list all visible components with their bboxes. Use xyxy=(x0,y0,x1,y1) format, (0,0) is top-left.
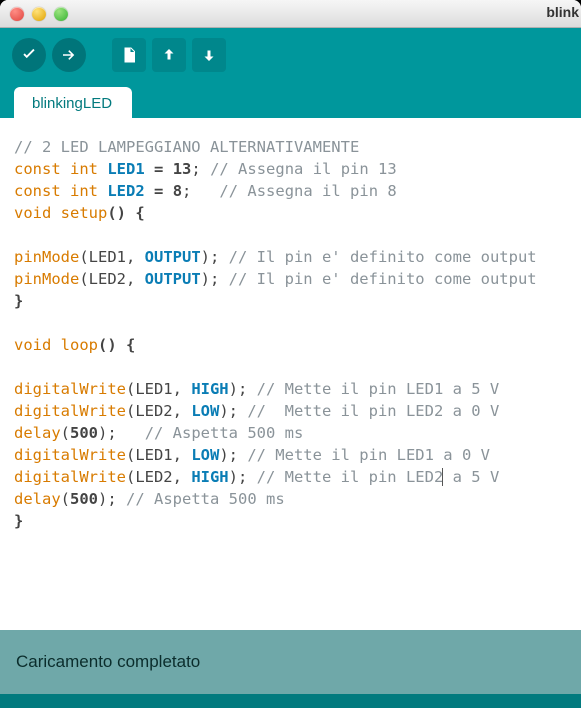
code-comment: // Mette il pin LED1 a 0 V xyxy=(247,446,490,464)
code-punct: } xyxy=(14,292,23,310)
console-area xyxy=(0,694,581,708)
code-const: OUTPUT xyxy=(145,248,201,266)
tab-label: blinkingLED xyxy=(32,95,112,112)
code-comment: // Aspetta 500 ms xyxy=(145,424,304,442)
save-sketch-button[interactable] xyxy=(192,38,226,72)
titlebar: blink xyxy=(0,0,581,28)
code-comment: a 5 V xyxy=(443,468,499,486)
code-text: (LED1, xyxy=(79,248,144,266)
close-button[interactable] xyxy=(10,7,24,21)
verify-button[interactable] xyxy=(12,38,46,72)
status-text: Caricamento completato xyxy=(16,652,200,672)
code-comment: // Il pin e' definito come output xyxy=(229,248,537,266)
code-const: HIGH xyxy=(191,468,228,486)
code-keyword: void xyxy=(14,204,51,222)
code-comment: // Assegna il pin 8 xyxy=(219,182,396,200)
code-text: ); xyxy=(98,490,126,508)
code-fn: pinMode xyxy=(14,270,79,288)
code-fn: delay xyxy=(14,424,61,442)
code-comment: // Mette il pin LED2 xyxy=(257,468,444,486)
upload-button[interactable] xyxy=(52,38,86,72)
code-keyword: const int xyxy=(14,160,98,178)
code-comment: // Aspetta 500 ms xyxy=(126,490,285,508)
arduino-ide-window: blink blinkingLED // 2 LED LAMPEGGIANO A… xyxy=(0,0,581,708)
arrow-right-icon xyxy=(60,46,78,64)
zoom-button[interactable] xyxy=(54,7,68,21)
window-controls xyxy=(10,7,68,21)
code-fn: digitalWrite xyxy=(14,402,126,420)
code-num: 13 xyxy=(173,160,192,178)
code-ident: LED1 xyxy=(107,160,144,178)
code-op: = xyxy=(154,182,163,200)
code-comment: // Il pin e' definito come output xyxy=(229,270,537,288)
code-const: HIGH xyxy=(191,380,228,398)
open-sketch-button[interactable] xyxy=(152,38,186,72)
code-fn: setup xyxy=(61,204,108,222)
code-punct: } xyxy=(14,512,23,530)
code-punct: ; xyxy=(191,160,200,178)
code-fn: delay xyxy=(14,490,61,508)
tab-blinkingled[interactable]: blinkingLED xyxy=(14,87,132,118)
code-text: ); xyxy=(98,424,145,442)
code-fn: digitalWrite xyxy=(14,380,126,398)
code-fn: digitalWrite xyxy=(14,446,126,464)
code-const: LOW xyxy=(191,402,219,420)
code-editor[interactable]: // 2 LED LAMPEGGIANO ALTERNATIVAMENTE co… xyxy=(0,118,581,630)
tab-bar: blinkingLED xyxy=(0,82,581,118)
code-text: ( xyxy=(61,490,70,508)
code-text: (LED1, xyxy=(126,380,191,398)
code-op: = xyxy=(154,160,163,178)
check-icon xyxy=(20,46,38,64)
new-sketch-button[interactable] xyxy=(112,38,146,72)
toolbar xyxy=(0,28,581,82)
code-comment: // Assegna il pin 13 xyxy=(210,160,397,178)
code-text: ); xyxy=(229,380,257,398)
code-fn: loop xyxy=(61,336,98,354)
code-text: ); xyxy=(229,468,257,486)
code-punct: () { xyxy=(107,204,144,222)
code-const: OUTPUT xyxy=(145,270,201,288)
code-keyword: void xyxy=(14,336,51,354)
arrow-up-icon xyxy=(160,46,178,64)
code-text: (LED1, xyxy=(126,446,191,464)
code-num: 500 xyxy=(70,424,98,442)
code-ident: LED2 xyxy=(107,182,144,200)
code-punct: ; xyxy=(182,182,210,200)
code-text: (LED2, xyxy=(79,270,144,288)
code-comment: // 2 LED LAMPEGGIANO ALTERNATIVAMENTE xyxy=(14,138,359,156)
code-comment: // Mette il pin LED2 a 0 V xyxy=(247,402,499,420)
minimize-button[interactable] xyxy=(32,7,46,21)
code-text: (LED2, xyxy=(126,468,191,486)
code-text: ); xyxy=(201,248,229,266)
status-bar: Caricamento completato xyxy=(0,630,581,694)
code-fn: digitalWrite xyxy=(14,468,126,486)
window-title: blink xyxy=(546,4,581,20)
code-num: 500 xyxy=(70,490,98,508)
code-text: ); xyxy=(201,270,229,288)
code-fn: pinMode xyxy=(14,248,79,266)
code-text: (LED2, xyxy=(126,402,191,420)
code-punct: () { xyxy=(98,336,135,354)
code-text: ( xyxy=(61,424,70,442)
code-comment: // Mette il pin LED1 a 5 V xyxy=(257,380,500,398)
arrow-down-icon xyxy=(200,46,218,64)
code-text: ); xyxy=(219,402,247,420)
file-icon xyxy=(120,46,138,64)
code-text: ); xyxy=(219,446,247,464)
code-num: 8 xyxy=(173,182,182,200)
code-const: LOW xyxy=(191,446,219,464)
code-keyword: const int xyxy=(14,182,98,200)
